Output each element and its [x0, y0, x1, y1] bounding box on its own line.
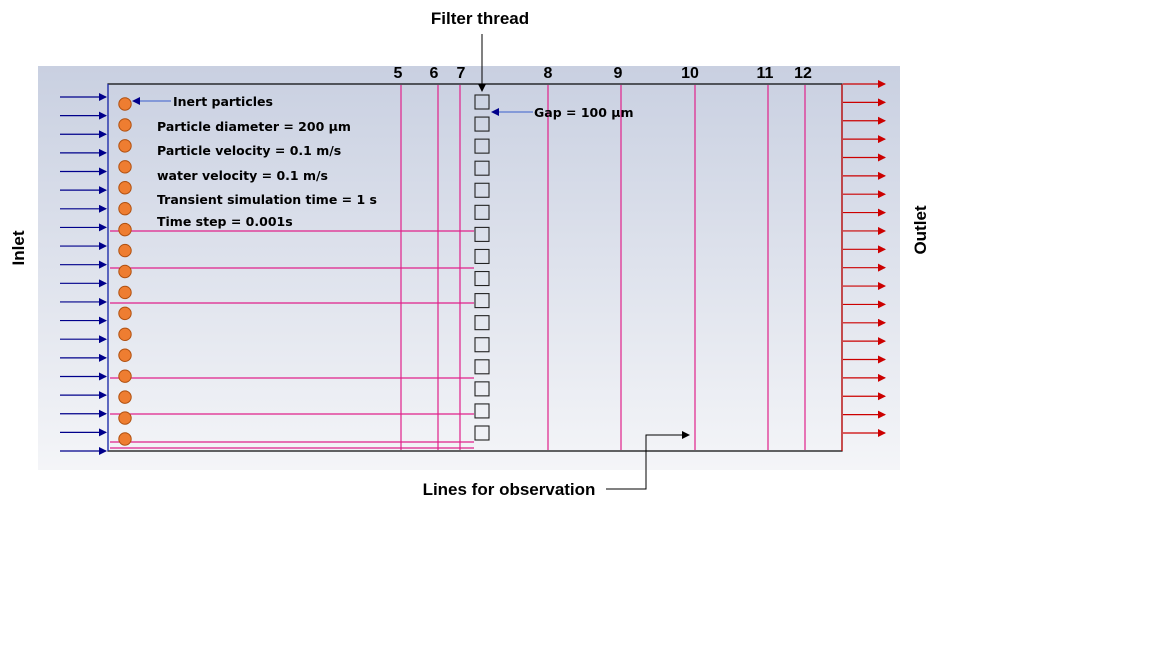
- vertical-line-number: 8: [544, 65, 553, 82]
- inert-particle: [118, 411, 132, 425]
- inert-particle: [118, 369, 132, 383]
- vertical-line-number: 5: [394, 65, 403, 82]
- vertical-line-number: 10: [681, 65, 699, 82]
- filter-thread-label: Filter thread: [431, 9, 529, 28]
- vertical-line-number: 9: [614, 65, 623, 82]
- gap-label: Gap = 100 μm: [534, 105, 634, 120]
- inert-particle: [118, 222, 132, 237]
- vertical-line-number: 12: [794, 65, 812, 82]
- param-water-velocity: water velocity = 0.1 m/s: [157, 168, 328, 183]
- inert-particle: [118, 327, 132, 342]
- inert-particle: [118, 139, 132, 153]
- inert-particle: [118, 285, 132, 300]
- inert-particles-column: [118, 97, 132, 446]
- inert-particle: [118, 390, 132, 404]
- vertical-line-number: 7: [457, 65, 466, 82]
- outlet-label: Outlet: [911, 205, 930, 254]
- param-particle-diameter: Particle diameter = 200 μm: [157, 119, 351, 134]
- inert-particle: [118, 306, 132, 321]
- inert-particle: [118, 243, 132, 258]
- inert-particle: [118, 181, 132, 195]
- param-time-step: Time step = 0.001s: [157, 214, 293, 229]
- vertical-line-number: 6: [430, 65, 439, 82]
- lines-for-observation-label: Lines for observation: [423, 480, 596, 499]
- inert-particle: [118, 348, 132, 362]
- inlet-label: Inlet: [9, 230, 28, 265]
- inert-particles-label: Inert particles: [173, 94, 273, 109]
- param-particle-velocity: Particle velocity = 0.1 m/s: [157, 143, 341, 158]
- inert-particle: [118, 264, 132, 279]
- inert-particle: [118, 432, 132, 446]
- vertical-line-number: 11: [757, 65, 774, 82]
- filter-diagram: Filter thread 5 6 7 8 9 10 11 12 Inert particle…: [9, 9, 930, 499]
- param-simulation-time: Transient simulation time = 1 s: [157, 192, 377, 207]
- inert-particle: [118, 118, 132, 132]
- inert-particle: [118, 201, 132, 216]
- inert-particle: [118, 160, 132, 174]
- inert-particle: [118, 97, 132, 111]
